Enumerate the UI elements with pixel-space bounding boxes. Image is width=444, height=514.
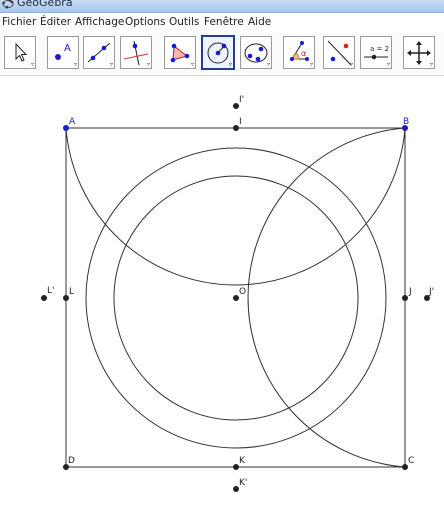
geogebra-app-icon bbox=[2, 0, 14, 9]
dropdown-indicator-icon: ▿ bbox=[73, 61, 77, 68]
toolbar: ▿ A ▿ ▿ ▿ ▿ ▿ ▿ α ▿ ▿ a = 2 ▿ ▿ bbox=[0, 33, 444, 76]
conic-tool-button[interactable]: ▿ bbox=[240, 36, 272, 69]
dropdown-indicator-icon: ▿ bbox=[30, 61, 34, 68]
svg-text:A: A bbox=[64, 43, 71, 54]
point-label-a: A bbox=[69, 117, 76, 127]
point-label-b: B bbox=[403, 117, 409, 127]
line-tool-button[interactable]: ▿ bbox=[83, 36, 115, 69]
move-tool-button[interactable]: ▿ bbox=[4, 36, 36, 69]
dropdown-indicator-icon: ▿ bbox=[266, 61, 270, 68]
new-point-tool-button[interactable]: A ▿ bbox=[47, 36, 79, 69]
point-label-j: J bbox=[408, 287, 412, 297]
dropdown-indicator-icon: ▿ bbox=[228, 61, 232, 68]
menu-fichier[interactable]: Fichier bbox=[2, 15, 36, 29]
point-label-l-prime: L' bbox=[47, 286, 55, 296]
point-label-c: C bbox=[408, 456, 414, 466]
slider-tool-button[interactable]: a = 2 ▿ bbox=[360, 36, 392, 69]
menu-affichage[interactable]: Affichage bbox=[75, 15, 124, 29]
point-label-k: K bbox=[239, 456, 246, 466]
dropdown-indicator-icon: ▿ bbox=[429, 61, 433, 68]
move-graphics-view-tool-button[interactable]: ▿ bbox=[403, 36, 435, 69]
point-label-j-prime: J' bbox=[428, 287, 434, 297]
dropdown-indicator-icon: ▿ bbox=[349, 61, 353, 68]
menu-options[interactable]: Options bbox=[125, 15, 166, 29]
title-bar: GeoGebra bbox=[0, 0, 444, 13]
point-label-o: O bbox=[239, 287, 246, 297]
graphics-view[interactable]: A B C D I I' J J' K K' L L' O bbox=[0, 76, 444, 514]
polygon-tool-button[interactable]: ▿ bbox=[164, 36, 196, 69]
dropdown-indicator-icon: ▿ bbox=[386, 61, 390, 68]
point-label-d: D bbox=[68, 456, 75, 466]
dropdown-indicator-icon: ▿ bbox=[190, 61, 194, 68]
menu-bar: Fichier Éditer Affichage Options Outils … bbox=[0, 13, 444, 32]
dropdown-indicator-icon: ▿ bbox=[109, 61, 113, 68]
menu-editer[interactable]: Éditer bbox=[40, 15, 71, 29]
dropdown-indicator-icon: ▿ bbox=[309, 61, 313, 68]
svg-text:α: α bbox=[301, 49, 306, 58]
slider-icon-label: a = 2 bbox=[370, 45, 389, 53]
angle-tool-button[interactable]: α ▿ bbox=[283, 36, 315, 69]
point-label-i: I bbox=[239, 117, 242, 127]
dropdown-indicator-icon: ▿ bbox=[146, 61, 150, 68]
point-label-i-prime: I' bbox=[239, 95, 244, 105]
window-title: GeoGebra bbox=[17, 0, 73, 9]
menu-outils[interactable]: Outils bbox=[169, 15, 199, 29]
menu-fenetre[interactable]: Fenêtre bbox=[204, 15, 244, 29]
menu-aide[interactable]: Aide bbox=[248, 15, 271, 29]
circle-center-point-tool-button[interactable]: ▿ bbox=[201, 35, 235, 70]
perpendicular-tool-button[interactable]: ▿ bbox=[120, 36, 152, 69]
point-label-l: L bbox=[69, 287, 74, 297]
point-j[interactable] bbox=[402, 295, 408, 301]
reflect-tool-button[interactable]: ▿ bbox=[323, 36, 355, 69]
point-label-k-prime: K' bbox=[239, 478, 247, 488]
